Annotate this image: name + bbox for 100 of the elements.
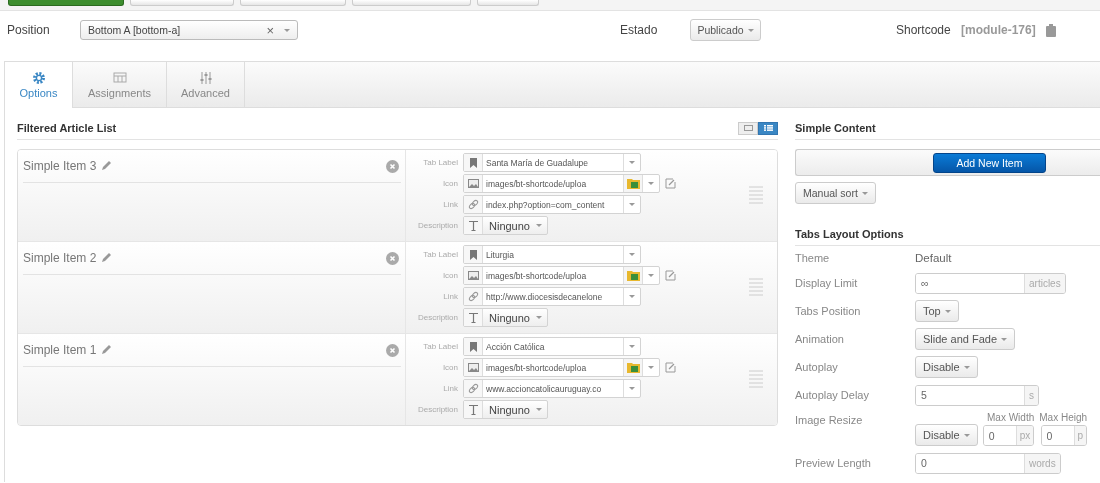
input-group[interactable]: 0 words [915, 452, 1061, 474]
sort-dropdown[interactable]: Manual sort [795, 182, 876, 204]
field-label: Autoplay [795, 361, 839, 373]
table-icon [112, 70, 127, 85]
close-icon [386, 343, 399, 357]
drag-handle-icon [749, 186, 763, 204]
caret-icon [536, 224, 542, 227]
drag-handle-icon [749, 370, 763, 388]
input-group[interactable]: www.accioncatolicauruguay.co [463, 379, 641, 398]
caret-icon [629, 387, 635, 390]
input-group[interactable]: Santa María de Guadalupe [463, 153, 641, 172]
caret-icon [963, 365, 970, 369]
select-dropdown[interactable]: Disable [915, 424, 978, 446]
input-group[interactable]: 0 p [1040, 425, 1088, 446]
caret-icon [284, 28, 290, 32]
link-icon [467, 382, 479, 395]
item-title: Simple Item 1 [23, 343, 97, 357]
field-label: Position [7, 23, 51, 37]
clear-button[interactable]: × [266, 22, 274, 38]
field-label: Theme [795, 252, 831, 264]
caret-icon [1001, 337, 1007, 341]
field-label: Icon [441, 179, 459, 188]
field-label: Tab Label [422, 250, 459, 259]
field-label: Link [442, 384, 459, 393]
field-label: Preview Length [795, 457, 872, 469]
caret-icon [629, 161, 635, 164]
select-dropdown[interactable]: Disable [915, 356, 978, 378]
caret-icon [747, 28, 754, 32]
layout-toggle-button[interactable] [758, 121, 778, 135]
select-field[interactable]: Ninguno [463, 216, 548, 235]
field-label: Estado [620, 23, 659, 37]
field-label: Tabs Position [795, 305, 862, 317]
select-dropdown[interactable]: Slide and Fade [915, 328, 1015, 350]
input-group[interactable]: Liturgia [463, 245, 641, 264]
caret-icon [648, 182, 654, 185]
field-label: Tab Label [422, 342, 459, 351]
section-title: Tabs Layout Options [795, 228, 904, 240]
tab[interactable]: Options [5, 62, 73, 108]
select-dropdown[interactable]: Top [915, 300, 959, 322]
text-icon [467, 311, 479, 324]
sliders-icon [198, 70, 213, 85]
field-label: Max Heigh [1039, 412, 1088, 423]
frame-icon [743, 125, 753, 131]
field-label: Display Limit [795, 277, 859, 289]
item-title: Simple Item 2 [23, 251, 97, 265]
section-title: Simple Content [795, 122, 876, 134]
link-icon [467, 290, 479, 303]
item-title: Simple Item 3 [23, 159, 97, 173]
caret-icon [648, 274, 654, 277]
field-label: Description [417, 221, 459, 230]
input-group[interactable]: index.php?option=com_content [463, 195, 641, 214]
input-group[interactable]: 5 s [915, 384, 1039, 406]
input-group[interactable]: images/bt-shortcode/uploa [463, 266, 660, 285]
bookmark-icon [467, 156, 479, 169]
field-label: Link [442, 292, 459, 301]
caret-icon [629, 203, 635, 206]
select-field[interactable]: Ninguno [463, 400, 548, 419]
toolbar-button[interactable] [8, 0, 124, 6]
edit-icon [665, 362, 676, 373]
input-group[interactable]: Acción Católica [463, 337, 641, 356]
position-select[interactable]: Bottom A [bottom-a] × [80, 20, 298, 40]
unit-label: s [1024, 385, 1038, 405]
input-group[interactable]: 0 px [982, 425, 1035, 446]
drag-handle-icon [749, 278, 763, 296]
field-label: Icon [441, 271, 459, 280]
close-icon [386, 251, 399, 265]
field-label: Tab Label [422, 158, 459, 167]
bookmark-icon [467, 340, 479, 353]
bookmark-icon [467, 248, 479, 261]
caret-icon [629, 345, 635, 348]
field-label: Max Width [987, 412, 1035, 423]
input-group[interactable]: images/bt-shortcode/uploa [463, 174, 660, 193]
image-icon [467, 177, 479, 190]
section-title: Filtered Article List [17, 122, 117, 134]
caret-icon [629, 295, 635, 298]
caret-icon [963, 433, 970, 437]
state-dropdown[interactable]: Publicado [690, 19, 761, 41]
image-icon [467, 361, 479, 374]
caret-icon [648, 366, 654, 369]
pencil-icon [100, 344, 113, 356]
list-icon [763, 125, 773, 131]
caret-icon [629, 253, 635, 256]
input-group[interactable]: ∞ articles [915, 272, 1066, 294]
field-label: Description [417, 313, 459, 322]
folder-icon [626, 178, 640, 189]
caret-icon [536, 408, 542, 411]
field-value: Default [915, 252, 952, 264]
field-label: Autoplay Delay [795, 389, 870, 401]
select-field[interactable]: Ninguno [463, 308, 548, 327]
unit-label: words [1024, 453, 1060, 473]
edit-icon [665, 178, 676, 189]
input-group[interactable]: images/bt-shortcode/uploa [463, 358, 660, 377]
link-icon [467, 198, 479, 211]
text-icon [467, 219, 479, 232]
gear-icon [31, 71, 46, 85]
input-group[interactable]: http://www.diocesisdecanelone [463, 287, 641, 306]
caret-icon [536, 316, 542, 319]
add-item-button[interactable]: Add New Item [933, 152, 1046, 173]
shortcode-value: [module-176] [961, 23, 1036, 37]
pencil-icon [100, 160, 113, 172]
